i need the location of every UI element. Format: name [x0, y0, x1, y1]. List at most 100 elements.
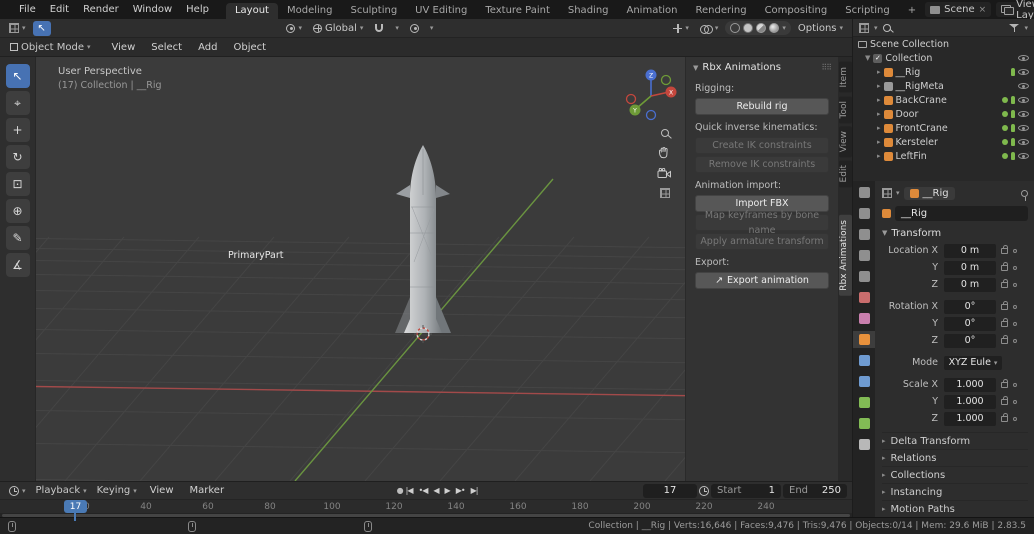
add-workspace-button[interactable]: + [899, 3, 925, 19]
eye-icon[interactable] [1018, 68, 1029, 77]
scale-x-field[interactable]: 1.000 [944, 377, 996, 392]
rotation-y-field[interactable]: 0° [944, 316, 996, 331]
tab-constraints-icon[interactable] [858, 397, 870, 408]
section-instancing[interactable]: ▸ Instancing [882, 483, 1028, 500]
rotation-mode-dropdown[interactable]: XYZ Eule ▾ [944, 355, 1002, 370]
tool-measure[interactable]: ∡ [5, 253, 30, 277]
animate-dot-icon[interactable] [1013, 399, 1017, 404]
tool-cursor[interactable]: ⌖ [5, 91, 30, 115]
lock-icon[interactable] [1001, 412, 1008, 422]
menu-timeline-view[interactable]: View [143, 485, 181, 496]
pivot-point-dropdown[interactable]: ▾ [282, 23, 306, 34]
timeline-ruler[interactable]: 20 40 60 80 100 120 140 160 180 200 220 … [0, 500, 852, 521]
tab-modifiers-icon[interactable] [858, 355, 870, 366]
tab-object-data-icon[interactable] [858, 418, 870, 429]
tab-item[interactable]: Item [838, 62, 852, 93]
menu-keying[interactable]: Keying ▾ [93, 484, 141, 497]
tab-world-icon[interactable] [858, 292, 870, 303]
animate-dot-icon[interactable] [1013, 338, 1017, 343]
location-x-field[interactable]: 0 m [944, 243, 996, 258]
eye-icon[interactable] [1018, 110, 1029, 119]
menu-view[interactable]: View [105, 42, 143, 53]
lock-icon[interactable] [1001, 261, 1008, 271]
playhead[interactable]: 17 [64, 500, 87, 521]
section-relations[interactable]: ▸ Relations [882, 449, 1028, 466]
frame-end-field[interactable]: End 250 [783, 483, 847, 498]
tab-tool-icon[interactable] [858, 187, 870, 198]
animate-dot-icon[interactable] [1013, 382, 1017, 387]
frame-start-field[interactable]: Start 1 [711, 483, 781, 498]
object-name-field[interactable]: __Rig [895, 206, 1028, 221]
outliner-row-collection[interactable]: ▼ ✓ Collection [853, 51, 1034, 65]
tab-view[interactable]: View [838, 125, 852, 158]
camera-view-icon[interactable] [657, 168, 672, 179]
menu-playback[interactable]: Playback ▾ [32, 484, 91, 497]
tool-move[interactable]: + [5, 118, 30, 142]
tab-physics-icon[interactable] [858, 376, 870, 387]
collection-checkbox[interactable]: ✓ [873, 53, 883, 63]
active-tool-button[interactable]: ↖ [32, 20, 51, 36]
section-delta-transform[interactable]: ▸ Delta Transform [882, 432, 1028, 449]
panel-header[interactable]: ▼ Rbx Animations ⠿⠿ [686, 57, 838, 76]
tab-view-layer-icon[interactable] [858, 250, 870, 261]
outliner-search-icon[interactable] [882, 23, 891, 32]
scale-y-field[interactable]: 1.000 [944, 394, 996, 409]
outliner-filter-icon[interactable] [1009, 23, 1020, 33]
breadcrumb[interactable]: __Rig [903, 186, 955, 200]
current-frame-field[interactable]: 17 [643, 483, 697, 498]
zoom-icon[interactable] [660, 129, 669, 137]
shading-material-button[interactable] [756, 23, 767, 33]
tab-rbx-animations[interactable]: Rbx Animations [838, 214, 852, 296]
tab-output-icon[interactable] [858, 229, 870, 240]
tab-sculpting[interactable]: Sculpting [341, 3, 406, 19]
scale-z-field[interactable]: 1.000 [944, 411, 996, 426]
tool-select-box[interactable]: ↖ [5, 64, 30, 88]
tab-edit[interactable]: Edit [838, 160, 852, 188]
outliner-editor-type-icon[interactable] [859, 22, 869, 33]
transform-section-header[interactable]: ▼ Transform [882, 224, 1028, 242]
pan-hand-icon[interactable] [658, 146, 671, 159]
menu-edit[interactable]: Edit [43, 4, 76, 15]
tab-texture-paint[interactable]: Texture Paint [476, 3, 559, 19]
shading-solid-button[interactable] [743, 23, 754, 33]
transform-orientation-dropdown[interactable]: Global ▾ [309, 22, 367, 35]
eye-icon[interactable] [1018, 82, 1029, 91]
rotation-z-field[interactable]: 0° [944, 333, 996, 348]
prev-keyframe-button[interactable]: •◀ [419, 486, 429, 495]
gizmos-dropdown[interactable]: ▾ [669, 23, 693, 34]
next-keyframe-button[interactable]: ▶• [456, 486, 466, 495]
map-keyframes-button[interactable]: Map keyframes by bone name [695, 210, 829, 236]
animate-dot-icon[interactable] [1013, 416, 1017, 421]
scene-selector[interactable]: Scene × [925, 2, 992, 17]
options-dropdown[interactable]: Options ▾ [794, 22, 847, 35]
timeline-editor-type-dropdown[interactable]: ▾ [5, 485, 30, 497]
animate-dot-icon[interactable] [1013, 282, 1017, 287]
eye-icon[interactable] [1018, 96, 1029, 105]
create-ik-button[interactable]: Create IK constraints [695, 137, 829, 154]
outliner-row-scene-collection[interactable]: Scene Collection [853, 37, 1034, 51]
snap-dropdown[interactable]: ▾ [391, 23, 403, 33]
navigation-gizmo[interactable]: Z X Y [622, 65, 680, 123]
shading-wireframe-button[interactable] [730, 23, 741, 33]
tab-tool[interactable]: Tool [838, 95, 852, 123]
pin-icon[interactable] [1021, 189, 1028, 201]
tab-scene-icon[interactable] [858, 271, 870, 282]
tab-rendering[interactable]: Rendering [686, 3, 755, 19]
proportional-edit-dropdown[interactable]: ▾ [426, 23, 438, 33]
lock-icon[interactable] [1001, 278, 1008, 288]
tab-scripting[interactable]: Scripting [836, 3, 898, 19]
tool-transform[interactable]: ⊕ [5, 199, 30, 223]
animate-dot-icon[interactable] [1013, 304, 1017, 309]
menu-file[interactable]: File [12, 4, 43, 15]
tab-layout[interactable]: Layout [225, 3, 278, 19]
eye-icon[interactable] [1018, 124, 1029, 133]
lock-icon[interactable] [1001, 317, 1008, 327]
play-button[interactable]: ▶ [445, 486, 451, 495]
outliner-row-rigmeta[interactable]: ▸ __RigMeta [853, 79, 1034, 93]
scene-unlink-icon[interactable]: × [979, 5, 987, 15]
tab-collection-icon[interactable] [858, 313, 870, 324]
section-collections[interactable]: ▸ Collections [882, 466, 1028, 483]
tab-compositing[interactable]: Compositing [756, 3, 837, 19]
shading-rendered-button[interactable] [769, 23, 780, 33]
animate-dot-icon[interactable] [1013, 265, 1017, 270]
